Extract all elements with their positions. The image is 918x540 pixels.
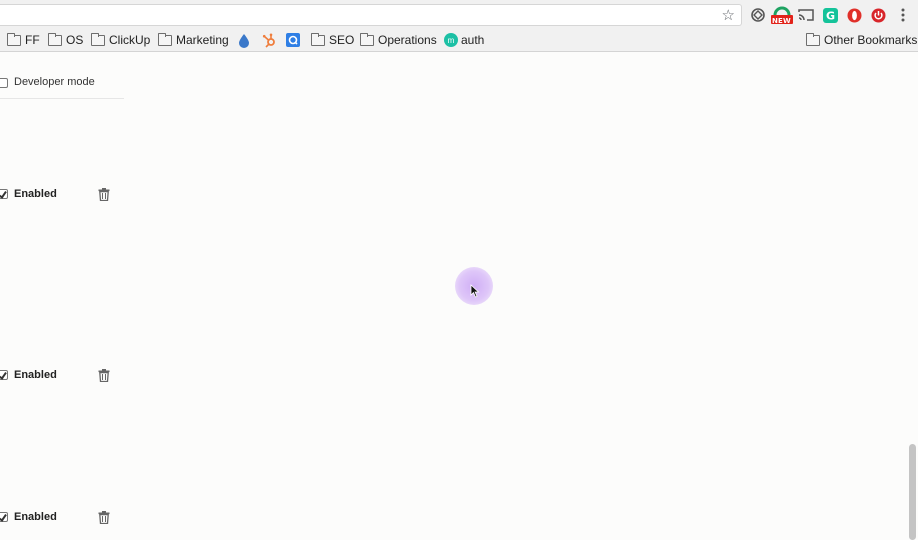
bookmark-label: auth bbox=[461, 33, 485, 47]
bookmark-label: Marketing bbox=[176, 33, 229, 47]
browser-toolbar: ☆ NEW G bbox=[0, 0, 918, 28]
cast-icon[interactable] bbox=[798, 7, 814, 23]
folder-icon bbox=[48, 32, 62, 46]
menu-dots-icon[interactable] bbox=[895, 7, 911, 23]
bookmark-blue-app[interactable] bbox=[286, 32, 300, 48]
trash-icon[interactable] bbox=[98, 511, 110, 524]
other-bookmarks-label: Other Bookmarks bbox=[824, 33, 918, 47]
drop-icon bbox=[239, 33, 249, 48]
developer-mode-label: Developer mode bbox=[14, 76, 95, 88]
hubspot-icon bbox=[262, 33, 275, 48]
bookmarks-bar: FF OS ClickUp Marketing SEO Operations m… bbox=[0, 28, 918, 52]
bookmark-os[interactable]: OS bbox=[48, 32, 83, 48]
page-scrollbar[interactable] bbox=[909, 444, 916, 540]
extension-enabled-checkbox[interactable] bbox=[0, 512, 8, 522]
opera-icon[interactable] bbox=[846, 7, 862, 23]
extension-enabled-checkbox[interactable] bbox=[0, 370, 8, 380]
address-bar[interactable]: ☆ bbox=[0, 4, 742, 26]
trash-icon[interactable] bbox=[98, 369, 110, 382]
bookmark-label: OS bbox=[66, 33, 84, 47]
bookmark-star-icon[interactable]: ☆ bbox=[722, 6, 735, 25]
auth-icon-letter: m bbox=[447, 35, 455, 45]
extension-enabled-checkbox[interactable] bbox=[0, 189, 8, 199]
bookmark-seo[interactable]: SEO bbox=[311, 32, 354, 48]
folder-icon bbox=[311, 32, 325, 46]
bookmark-label: FF bbox=[25, 33, 40, 47]
extension-enabled-label: Enabled bbox=[14, 511, 57, 523]
m-circle-icon: m bbox=[444, 33, 458, 47]
trash-icon[interactable] bbox=[98, 188, 110, 201]
extension-enabled-label: Enabled bbox=[14, 369, 57, 381]
bookmark-label: Operations bbox=[378, 33, 437, 47]
bookmark-operations[interactable]: Operations bbox=[360, 32, 437, 48]
developer-mode-checkbox[interactable] bbox=[0, 78, 8, 88]
divider bbox=[0, 98, 124, 99]
extension-enabled-label: Enabled bbox=[14, 188, 57, 200]
folder-icon bbox=[158, 32, 172, 46]
folder-icon bbox=[360, 32, 374, 46]
bookmark-label: ClickUp bbox=[109, 33, 151, 47]
blue-app-icon bbox=[286, 33, 300, 47]
bookmark-hubspot[interactable] bbox=[262, 32, 277, 48]
bookmark-clickup[interactable]: ClickUp bbox=[91, 32, 150, 48]
mouse-pointer-icon bbox=[470, 284, 480, 298]
bookmark-ff[interactable]: FF bbox=[7, 32, 40, 48]
power-icon[interactable] bbox=[870, 7, 886, 23]
new-badge-icon[interactable]: NEW bbox=[771, 6, 793, 25]
target-icon[interactable] bbox=[750, 7, 766, 23]
bookmark-auth[interactable]: m auth bbox=[444, 32, 484, 48]
extensions-page: Developer mode Enabled Enabled Enabled bbox=[0, 53, 918, 540]
new-badge-text: NEW bbox=[772, 17, 791, 25]
folder-icon bbox=[806, 32, 820, 46]
svg-text:G: G bbox=[825, 9, 834, 22]
other-bookmarks[interactable]: Other Bookmarks bbox=[806, 32, 917, 48]
grammarly-icon[interactable]: G bbox=[822, 7, 838, 23]
folder-icon bbox=[7, 32, 21, 46]
bookmark-drop[interactable] bbox=[238, 32, 250, 48]
folder-icon bbox=[91, 32, 105, 46]
bookmark-label: SEO bbox=[329, 33, 355, 47]
bookmark-marketing[interactable]: Marketing bbox=[158, 32, 229, 48]
